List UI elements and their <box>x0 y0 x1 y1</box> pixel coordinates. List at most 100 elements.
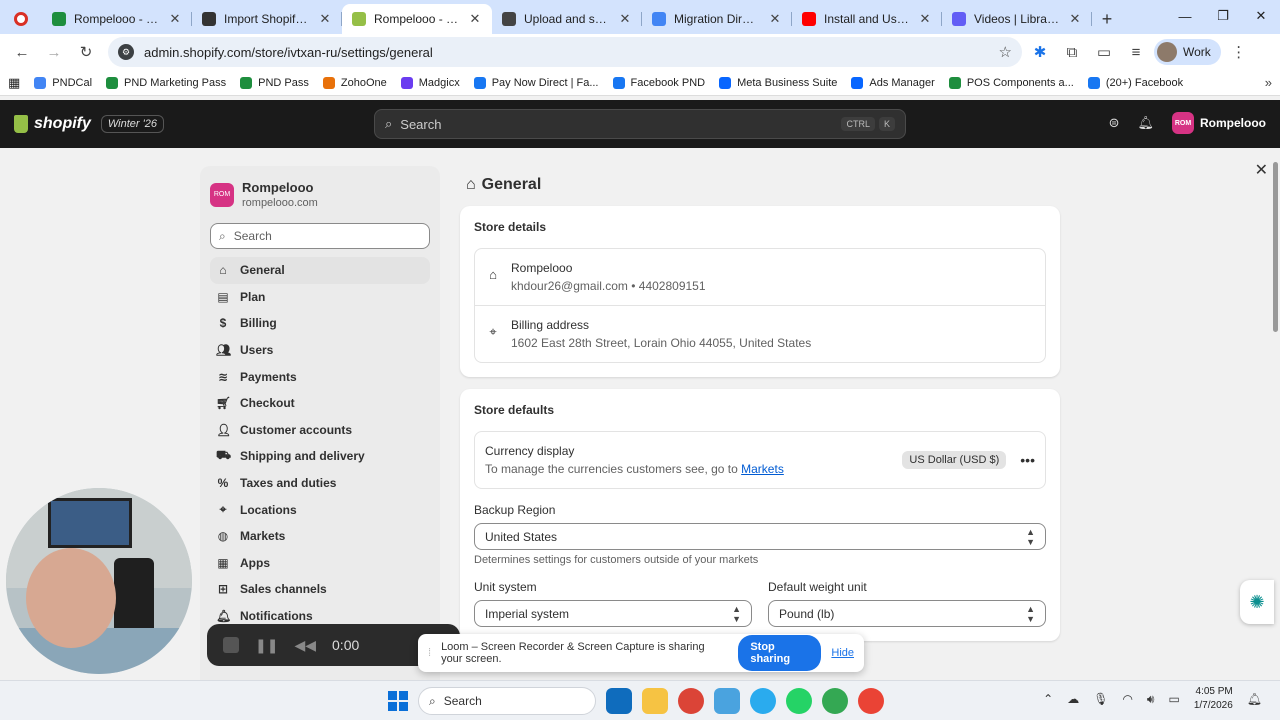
sidebar-item-payments[interactable]: ≋ Payments <box>210 363 430 390</box>
address-bar[interactable]: ⚙ admin.shopify.com/store/ivtxan-ru/sett… <box>108 37 1022 67</box>
bookmark-item[interactable]: POS Components a... <box>948 76 1074 89</box>
sidebar-item-general[interactable]: ⌂ General <box>210 257 430 284</box>
sidebar-item-apps[interactable]: ▦ Apps <box>210 550 430 577</box>
bookmark-item[interactable]: Facebook PND <box>612 76 705 89</box>
backup-region-select[interactable]: United States ▲ ▼ <box>474 523 1046 550</box>
browser-tab[interactable]: Import Shopify to W ✕ <box>192 4 342 34</box>
bookmark-item[interactable]: (20+) Facebook <box>1087 76 1183 89</box>
rewind-icon[interactable]: ◀◀ <box>294 637 316 654</box>
sidebar-item-billing[interactable]: $ Billing <box>210 310 430 337</box>
chevron-up-icon[interactable]: ⌃ <box>1043 692 1053 706</box>
mic-icon[interactable]: 🎙︎ <box>1093 692 1108 706</box>
notification-icon[interactable]: 🔔︎ <box>1247 692 1262 706</box>
tab-pinned[interactable] <box>0 4 42 34</box>
shopify-logo[interactable]: shopify <box>14 115 91 133</box>
chrome-icon[interactable] <box>678 688 704 714</box>
tab-close-icon[interactable]: ✕ <box>618 11 632 27</box>
stop-recording-icon[interactable] <box>223 637 239 653</box>
store-menu[interactable]: ROM Rompelooo <box>1172 112 1266 134</box>
drag-handle-icon[interactable]: ⁞ <box>428 647 431 659</box>
browser-tab[interactable]: Rompelooo - Ge ✕ <box>342 4 492 34</box>
ai-assistant-icon[interactable]: ✺ <box>1240 580 1274 624</box>
sidebar-item-sales-channels[interactable]: ⊞ Sales channels <box>210 576 430 603</box>
bookmark-item[interactable]: Pay Now Direct | Fa... <box>473 76 599 89</box>
tab-close-icon[interactable]: ✕ <box>168 11 182 27</box>
taskbar-search[interactable]: ⌕ Search <box>418 687 596 715</box>
browser-tab[interactable]: Rompelooo - Passw ✕ <box>42 4 192 34</box>
apps-grid-icon[interactable]: ▦ <box>8 75 20 91</box>
new-tab-button[interactable]: + <box>1092 4 1122 34</box>
tab-close-icon[interactable]: ✕ <box>768 11 782 27</box>
volume-icon[interactable]: 🔊︎ <box>1147 692 1155 707</box>
chrome-profile-2-icon[interactable] <box>858 688 884 714</box>
browser-tab[interactable]: Upload and share sc ✕ <box>492 4 642 34</box>
menu-icon[interactable]: ⋮ <box>1225 38 1253 66</box>
file-explorer-icon[interactable] <box>642 688 668 714</box>
tab-close-icon[interactable]: ✕ <box>918 11 932 27</box>
close-window-icon[interactable]: ✕ <box>1242 4 1280 28</box>
restore-icon[interactable]: ❐ <box>1204 4 1242 28</box>
battery-icon[interactable]: ▭ <box>1168 692 1179 706</box>
unit-system-select[interactable]: Imperial system ▲ ▼ <box>474 600 752 627</box>
tab-close-icon[interactable]: ✕ <box>1068 11 1082 27</box>
close-icon[interactable]: ✕ <box>1255 160 1268 180</box>
browser-tab[interactable]: Migration Directions ✕ <box>642 4 792 34</box>
tab-close-icon[interactable]: ✕ <box>468 11 482 27</box>
bookmark-star-icon[interactable]: ☆ <box>999 43 1012 61</box>
hide-link[interactable]: Hide <box>831 647 854 659</box>
billing-address-row[interactable]: ⌖ Billing address 1602 East 28th Street,… <box>475 305 1045 362</box>
store-info-row[interactable]: ⌂ Rompelooo khdour26@gmail.com • 4402809… <box>475 249 1045 305</box>
sidekick-icon[interactable]: ⊜ <box>1109 115 1120 131</box>
bookmark-item[interactable]: Meta Business Suite <box>719 76 837 89</box>
sidebar-item-markets[interactable]: ◍ Markets <box>210 523 430 550</box>
bookmark-item[interactable]: ZohoOne <box>322 76 387 89</box>
cast-icon[interactable]: ▭ <box>1090 38 1118 66</box>
reload-icon[interactable]: ↻ <box>72 38 100 66</box>
sidebar-item-plan[interactable]: ▤ Plan <box>210 284 430 311</box>
more-bookmarks-icon[interactable]: » <box>1265 75 1272 90</box>
wifi-icon[interactable]: ◠ <box>1122 692 1132 706</box>
sidebar-item-checkout[interactable]: 🛒︎ Checkout <box>210 390 430 417</box>
edition-badge[interactable]: Winter '26 <box>100 115 164 133</box>
weight-unit-select[interactable]: Pound (lb) ▲ ▼ <box>768 600 1046 627</box>
scrollbar-thumb[interactable] <box>1273 162 1278 332</box>
bookmark-item[interactable]: PND Marketing Pass <box>106 76 226 89</box>
media-icon[interactable]: ≡ <box>1122 38 1150 66</box>
sidebar-item-users[interactable]: 👥︎ Users <box>210 337 430 364</box>
bookmark-item[interactable]: PNDCal <box>34 76 92 89</box>
snipping-tool-icon[interactable] <box>714 688 740 714</box>
extension-icon[interactable]: ✱ <box>1026 38 1054 66</box>
stop-sharing-button[interactable]: Stop sharing <box>738 635 822 671</box>
admin-search[interactable]: ⌕ Search CTRL K <box>374 109 906 139</box>
windows-start-icon[interactable] <box>388 691 408 711</box>
clock[interactable]: 4:05 PM 1/7/2026 <box>1194 685 1233 713</box>
cloud-icon[interactable]: ☁ <box>1067 692 1079 706</box>
markets-link[interactable]: Markets <box>741 462 784 476</box>
settings-search-input[interactable]: ⌕ Search <box>210 223 430 249</box>
webcam-bubble[interactable] <box>6 488 192 674</box>
browser-tab[interactable]: Videos | Library | Lo ✕ <box>942 4 1092 34</box>
bookmark-item[interactable]: Madgicx <box>400 76 460 89</box>
sidebar-item-customer-accounts[interactable]: 👤︎ Customer accounts <box>210 417 430 444</box>
whatsapp-icon[interactable] <box>786 688 812 714</box>
sidebar-item-taxes-and-duties[interactable]: % Taxes and duties <box>210 470 430 497</box>
url-text[interactable]: admin.shopify.com/store/ivtxan-ru/settin… <box>144 45 989 60</box>
browser-tab[interactable]: Install and Use S2W ✕ <box>792 4 942 34</box>
telegram-icon[interactable] <box>750 688 776 714</box>
chrome-profile-icon[interactable] <box>822 688 848 714</box>
tab-close-icon[interactable]: ✕ <box>318 11 332 27</box>
extensions-puzzle-icon[interactable]: ⧉ <box>1058 38 1086 66</box>
profile-chip[interactable]: Work <box>1154 39 1221 65</box>
bookmark-item[interactable]: PND Pass <box>240 76 309 89</box>
sidebar-item-locations[interactable]: ⌖ Locations <box>210 496 430 523</box>
back-icon[interactable]: ← <box>8 38 36 66</box>
site-info-icon[interactable]: ⚙ <box>118 44 134 60</box>
forward-icon[interactable]: → <box>40 38 68 66</box>
more-actions-icon[interactable]: ••• <box>1020 452 1035 468</box>
bookmark-item[interactable]: Ads Manager <box>851 76 935 89</box>
bell-icon[interactable]: 🔔︎ <box>1137 115 1154 131</box>
outlook-icon[interactable] <box>606 688 632 714</box>
sidebar-item-shipping-and-delivery[interactable]: ⛟ Shipping and delivery <box>210 443 430 470</box>
pause-icon[interactable]: ❚❚ <box>255 637 278 654</box>
minimize-icon[interactable]: — <box>1166 4 1204 28</box>
